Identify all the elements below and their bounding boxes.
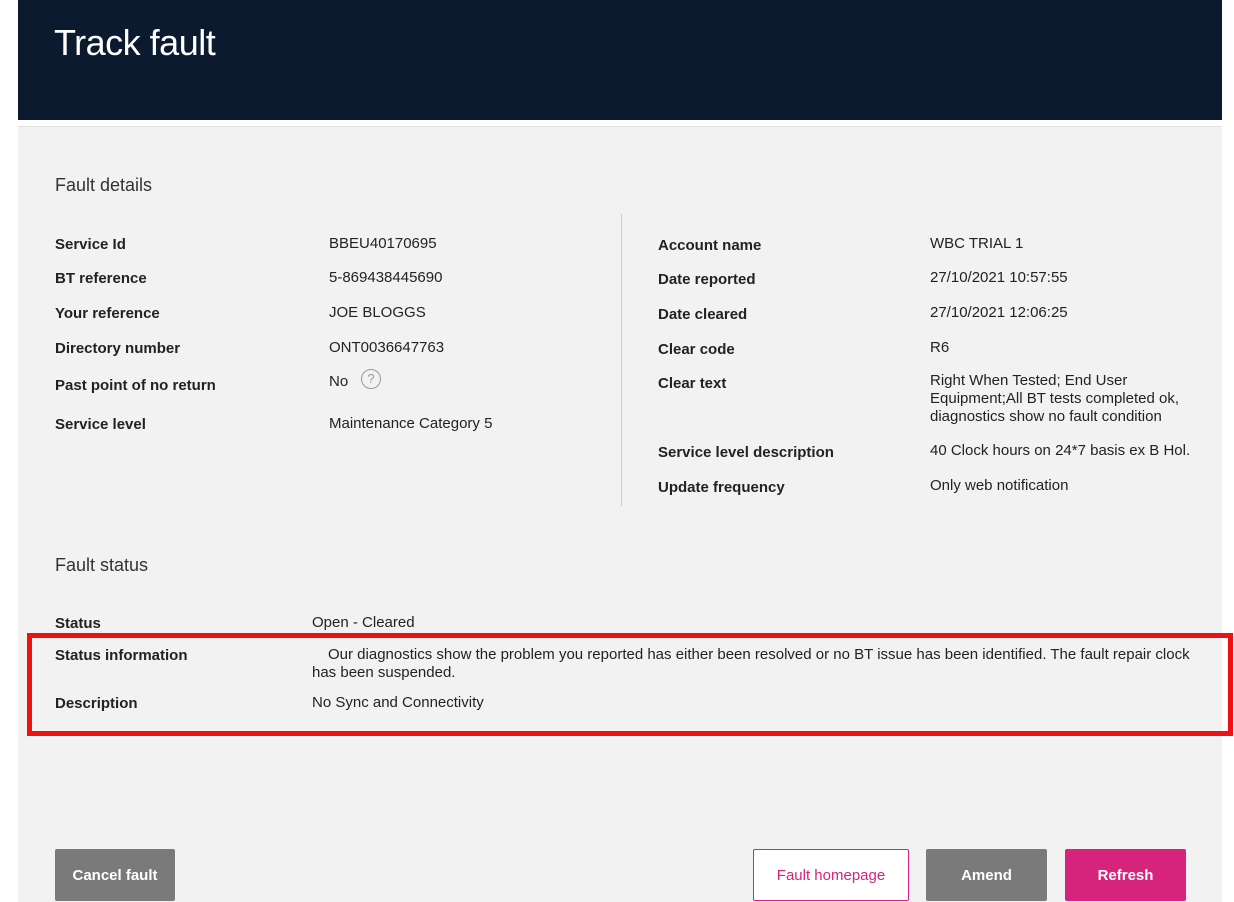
fault-homepage-button[interactable]: Fault homepage [753,849,909,901]
account-name-value: WBC TRIAL 1 [930,235,1024,252]
status-label: Status [55,615,101,632]
clear-code-label: Clear code [658,341,735,358]
update-frequency-label: Update frequency [658,479,785,496]
status-value: Open - Cleared [312,614,415,631]
date-cleared-label: Date cleared [658,306,748,323]
refresh-button[interactable]: Refresh [1065,849,1186,901]
clear-text-label: Clear text [658,375,727,392]
column-divider [621,214,622,506]
update-frequency-value: Only web notification [930,477,1069,494]
directory-number-value: ONT0036647763 [329,339,445,356]
service-id-value: BBEU40170695 [329,235,437,252]
date-cleared-value: 27/10/2021 12:06:25 [930,304,1068,321]
amend-button[interactable]: Amend [926,849,1047,901]
your-reference-label: Your reference [55,305,160,322]
bt-reference-label: BT reference [55,270,147,287]
cancel-fault-button[interactable]: Cancel fault [55,849,175,901]
past-point-label: Past point of no return [55,377,216,394]
fault-details-title: Fault details [55,175,153,195]
clear-text-value: Right When Tested; End User Equipment;Al… [930,372,1180,425]
service-id-label: Service Id [55,236,126,253]
your-reference-value: JOE BLOGGS [329,304,426,321]
service-level-description-value: 40 Clock hours on 24*7 basis ex B Hol. [930,442,1191,459]
fault-status-title: Fault status [55,555,149,575]
account-name-label: Account name [658,237,762,254]
page-title: Track fault [54,22,216,63]
date-reported-label: Date reported [658,271,756,288]
bt-reference-value: 5-869438445690 [329,269,443,286]
directory-number-label: Directory number [55,340,181,357]
clear-code-value: R6 [930,339,950,356]
service-level-description-label: Service level description [658,444,834,461]
date-reported-value: 27/10/2021 10:57:55 [930,269,1068,286]
service-level-value: Maintenance Category 5 [329,415,493,432]
past-point-value: No [329,373,349,390]
help-icon[interactable]: ? [361,369,381,389]
page-header: Track fault [18,0,1222,120]
status-highlight-box [27,633,1233,736]
fault-content: Fault details Service Id BBEU40170695 BT… [18,126,1222,902]
service-level-label: Service level [55,416,146,433]
